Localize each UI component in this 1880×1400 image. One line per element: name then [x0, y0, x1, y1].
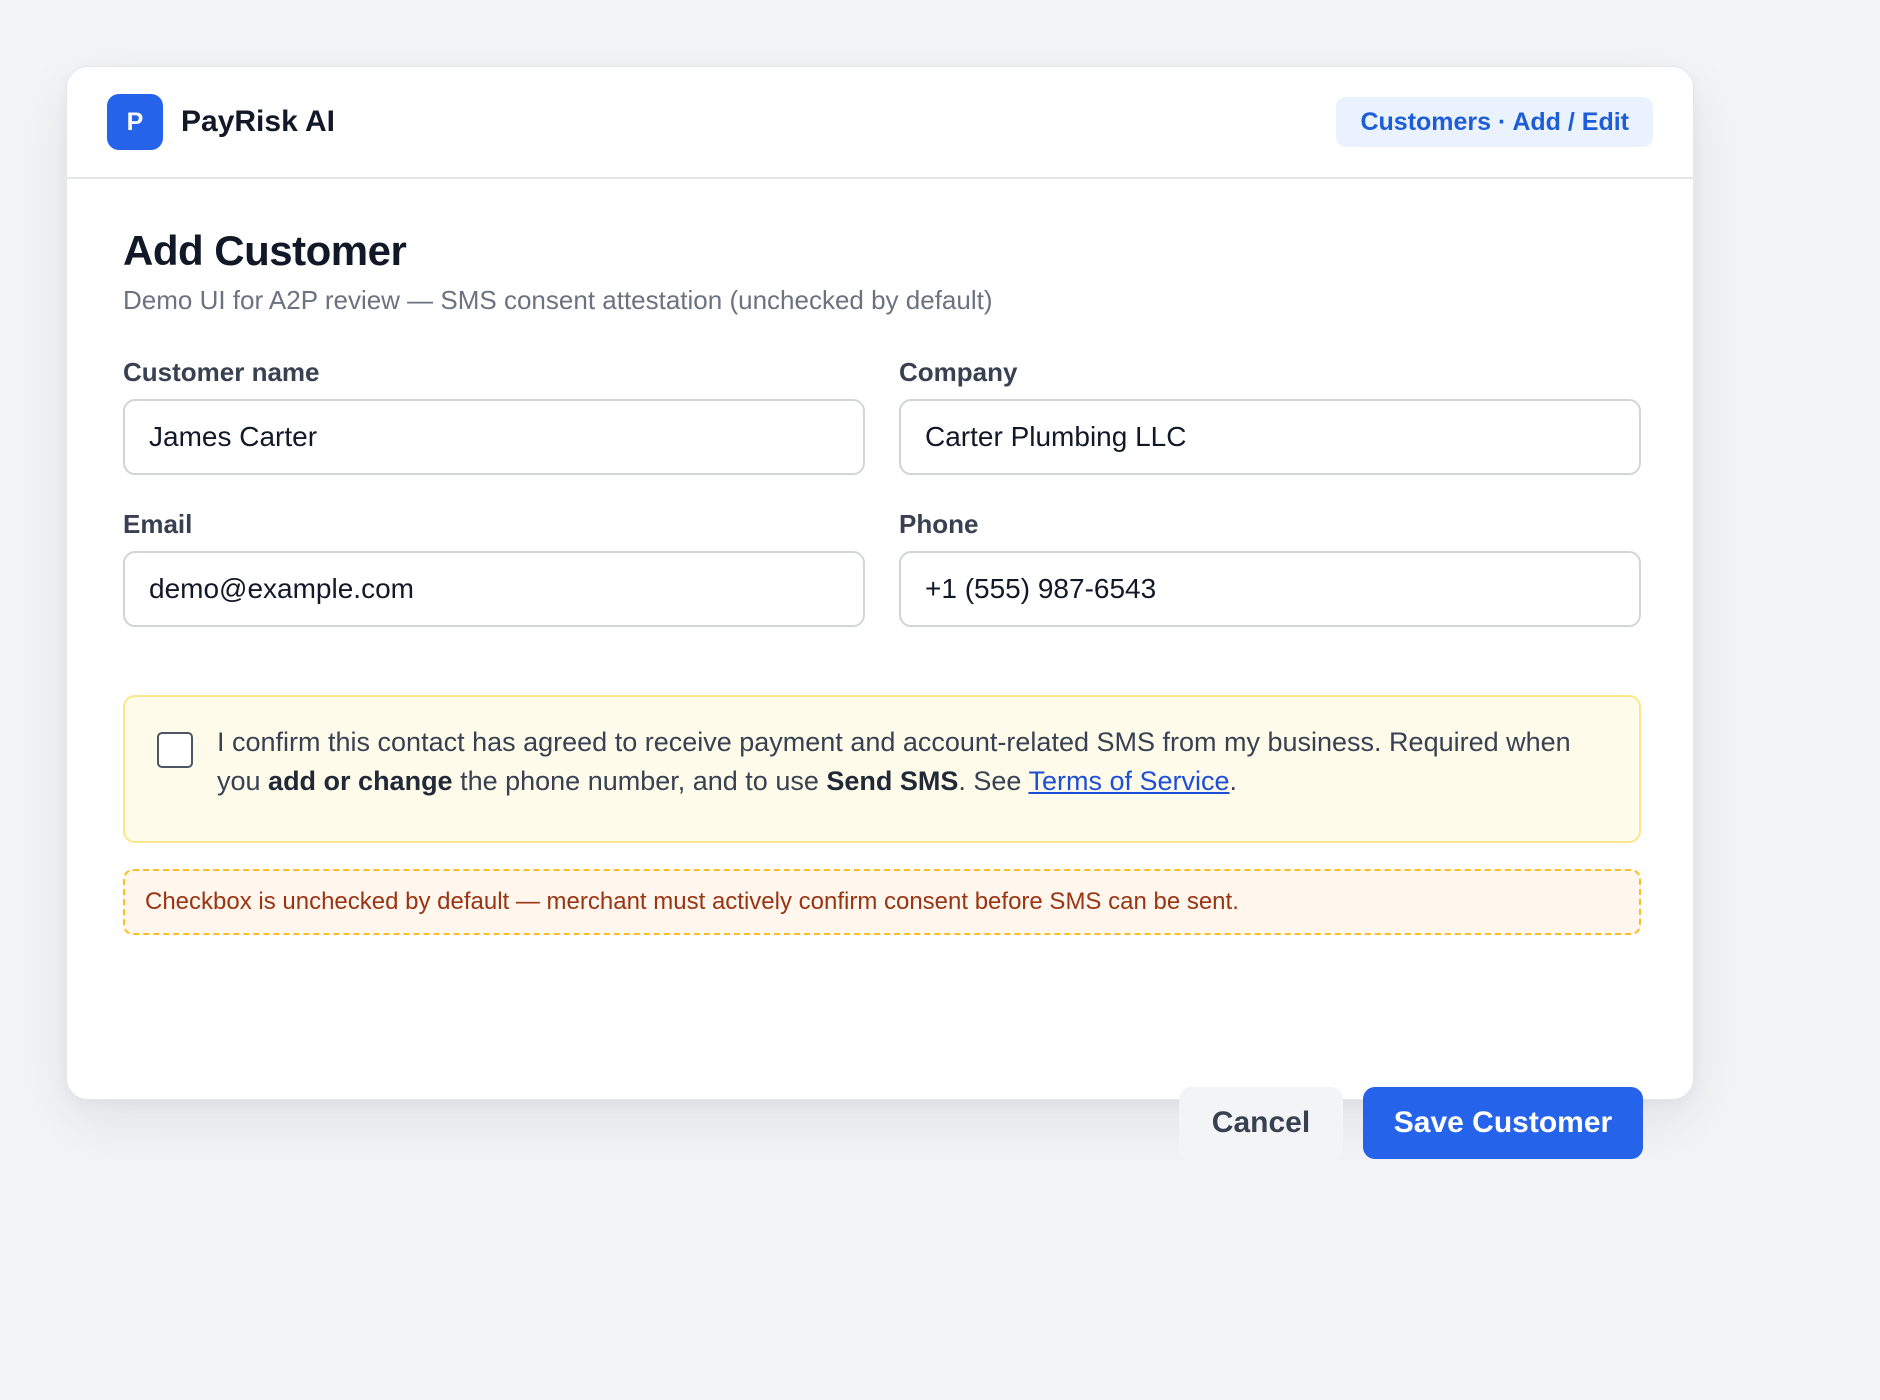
- app-name: PayRisk AI: [181, 105, 335, 138]
- customer-name-input[interactable]: [123, 399, 865, 475]
- page-subtitle: Demo UI for A2P review — SMS consent att…: [123, 285, 993, 315]
- terms-of-service-link[interactable]: Terms of Service: [1028, 766, 1229, 796]
- consent-text-part: .: [1229, 766, 1238, 796]
- add-customer-card: P PayRisk AI Customers · Add / Edit Add …: [66, 66, 1694, 1159]
- consent-notice: Checkbox is unchecked by default — merch…: [123, 869, 1641, 935]
- phone-input[interactable]: [899, 551, 1641, 627]
- sms-consent-text: I confirm this contact has agreed to rec…: [217, 723, 1599, 801]
- page-title: Add Customer: [123, 227, 407, 274]
- consent-text-part: . See: [958, 766, 1029, 796]
- customer-name-label: Customer name: [123, 357, 320, 387]
- company-input[interactable]: [899, 399, 1641, 475]
- breadcrumb: Customers · Add / Edit: [1336, 97, 1653, 147]
- consent-bold-add-change: add or change: [268, 766, 453, 796]
- cancel-button[interactable]: Cancel: [1179, 1087, 1343, 1159]
- company-label: Company: [899, 357, 1018, 387]
- card-header: P PayRisk AI Customers · Add / Edit: [67, 67, 1693, 179]
- save-customer-button[interactable]: Save Customer: [1363, 1087, 1643, 1159]
- app-logo: P: [107, 94, 163, 150]
- consent-text-part: the phone number, and to use: [452, 766, 827, 796]
- phone-label: Phone: [899, 509, 979, 539]
- sms-consent-checkbox[interactable]: [157, 732, 193, 768]
- email-label: Email: [123, 509, 193, 539]
- sms-consent-box: I confirm this contact has agreed to rec…: [123, 695, 1641, 843]
- email-input[interactable]: [123, 551, 865, 627]
- consent-bold-send-sms: Send SMS: [826, 766, 959, 796]
- brand: P PayRisk AI: [107, 94, 335, 150]
